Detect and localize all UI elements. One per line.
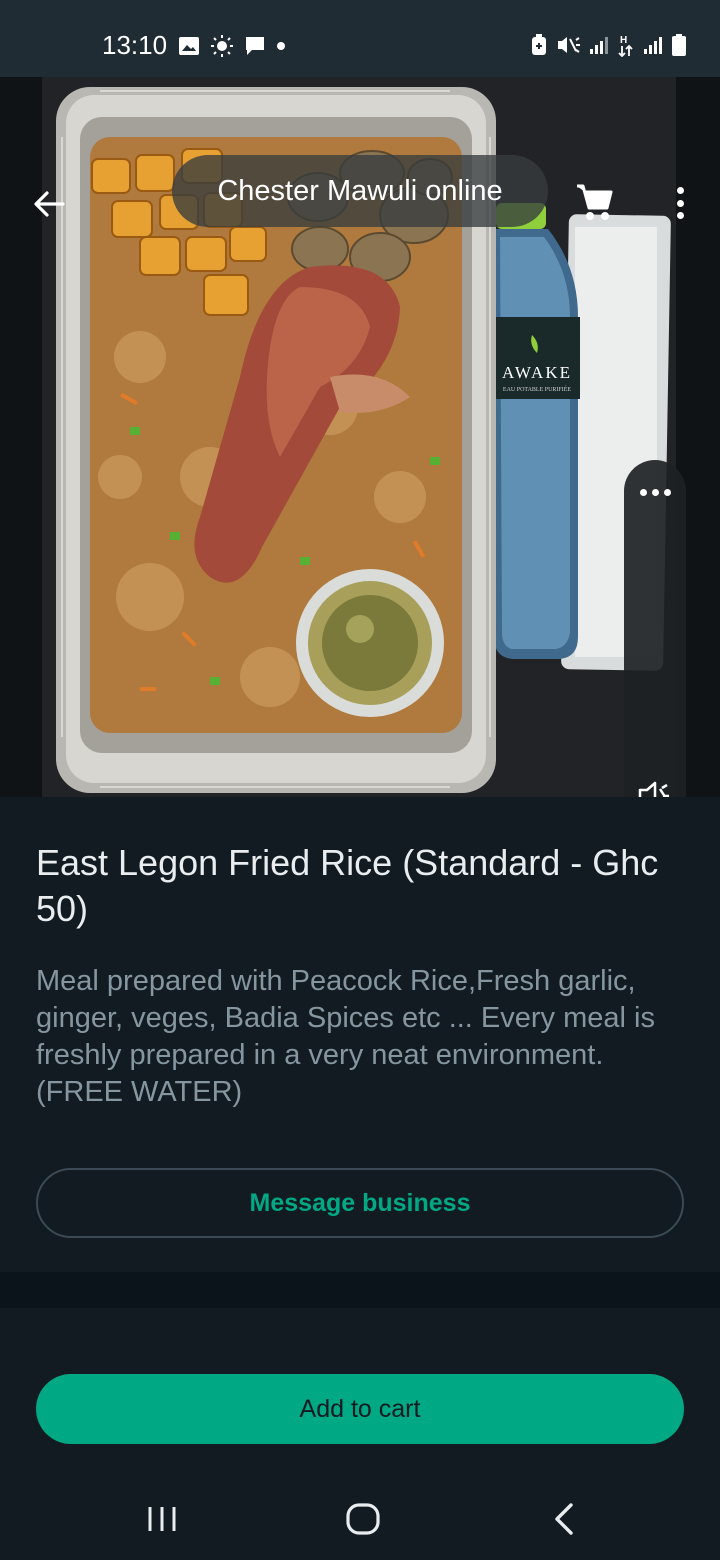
volume-mute-icon[interactable]: [637, 778, 673, 797]
mute-icon: [558, 37, 580, 53]
business-name[interactable]: Chester Mawuli online: [172, 155, 548, 227]
signal-icon: [644, 37, 662, 54]
message-business-button[interactable]: Message business: [36, 1168, 684, 1238]
back-button[interactable]: [28, 183, 70, 225]
data-transfer-icon: H: [618, 35, 633, 57]
nav-back-icon[interactable]: [552, 1502, 576, 1536]
product-image[interactable]: AWAKE EAU POTABLE PURIFIÉE Chester Mawul…: [0, 77, 720, 797]
chat-icon: [246, 37, 264, 55]
section-divider: [0, 1272, 720, 1308]
more-horiz-icon: [639, 488, 647, 496]
signal-icon: [590, 37, 608, 54]
media-more-button[interactable]: [624, 480, 686, 504]
product-title: East Legon Fried Rice (Standard - Ghc 50…: [36, 842, 659, 929]
home-icon[interactable]: [345, 1502, 381, 1536]
svg-text:H: H: [620, 35, 627, 46]
add-to-cart-button[interactable]: Add to cart: [36, 1374, 684, 1444]
product-description: Meal prepared with Peacock Rice,Fresh ga…: [36, 965, 655, 1108]
battery-icon: [672, 34, 686, 56]
bottle-label: AWAKE: [502, 363, 572, 382]
media-controls: [624, 460, 686, 797]
navigation-bar: [0, 1476, 720, 1560]
cart-section: Add to cart: [0, 1308, 720, 1476]
brightness-icon: [211, 35, 233, 57]
arrow-left-icon: [34, 191, 65, 217]
more-options-button[interactable]: [664, 181, 696, 225]
status-bar: 13:10 H: [0, 0, 720, 77]
dot-icon: [277, 42, 285, 50]
cart-icon: [577, 184, 613, 220]
image-icon: [179, 37, 199, 55]
status-time: 13:10: [102, 30, 168, 60]
more-vert-icon: [676, 187, 684, 194]
cart-button[interactable]: [574, 181, 614, 223]
product-details: East Legon Fried Rice (Standard - Ghc 50…: [0, 797, 720, 1272]
recent-apps-icon[interactable]: [146, 1504, 178, 1534]
bottle-sublabel: EAU POTABLE PURIFIÉE: [503, 385, 572, 393]
battery-saver-icon: [532, 34, 546, 55]
